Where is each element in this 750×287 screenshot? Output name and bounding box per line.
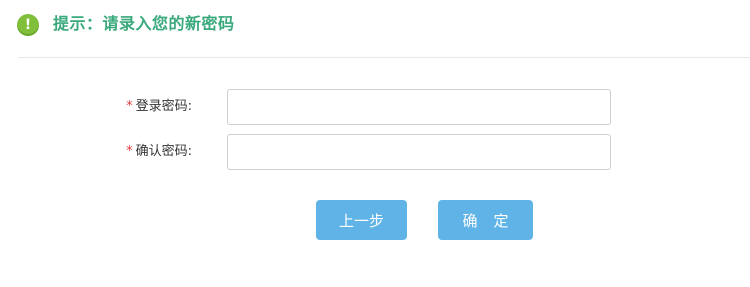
login-password-label: * 登录密码:: [126, 97, 192, 117]
divider: [18, 57, 750, 58]
notice-text: 提示：请录入您的新密码: [53, 14, 235, 33]
confirm-password-input[interactable]: [227, 134, 611, 170]
confirm-password-label-text: 确认密码:: [135, 144, 192, 159]
confirm-password-label: * 确认密码:: [126, 142, 192, 162]
required-marker: *: [126, 144, 133, 159]
confirm-password-row: * 确认密码:: [0, 134, 750, 170]
notice-banner: ! 提示：请录入您的新密码: [0, 0, 750, 58]
login-password-row: * 登录密码:: [0, 89, 750, 125]
exclamation-circle-icon: !: [17, 14, 39, 36]
required-marker: *: [126, 99, 133, 114]
login-password-input[interactable]: [227, 89, 611, 125]
login-password-label-text: 登录密码:: [135, 99, 192, 114]
confirm-button[interactable]: 确定: [438, 200, 533, 240]
previous-step-button[interactable]: 上一步: [316, 200, 407, 240]
